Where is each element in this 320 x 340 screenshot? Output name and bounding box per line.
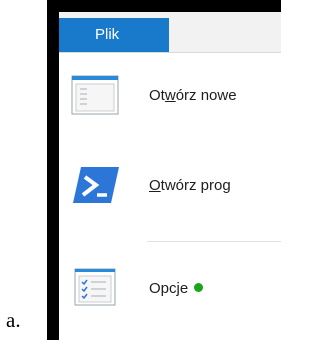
file-explorer-window: Plik Otwórz nowe Otwórz prog Opcje (59, 12, 281, 340)
powershell-icon (71, 165, 121, 210)
menu-item-open-powershell[interactable]: Otwórz prog (59, 155, 281, 217)
status-dot-icon (194, 283, 204, 292)
menu-item-label: Otwórz prog (149, 177, 231, 194)
ribbon-bar: Plik (59, 12, 281, 53)
menu-item-label: Otwórz nowe (149, 87, 237, 104)
menu-item-label: Opcje (149, 280, 204, 297)
menu-separator (147, 241, 281, 242)
options-icon (71, 268, 119, 311)
tab-file[interactable]: Plik (59, 18, 169, 52)
new-window-icon (71, 75, 119, 120)
figure-caption: a. (6, 308, 21, 332)
menu-item-options[interactable]: Opcje (59, 258, 281, 320)
menu-item-open-new-window[interactable]: Otwórz nowe (59, 67, 281, 129)
file-menu: Otwórz nowe Otwórz prog Opcje (59, 53, 281, 340)
